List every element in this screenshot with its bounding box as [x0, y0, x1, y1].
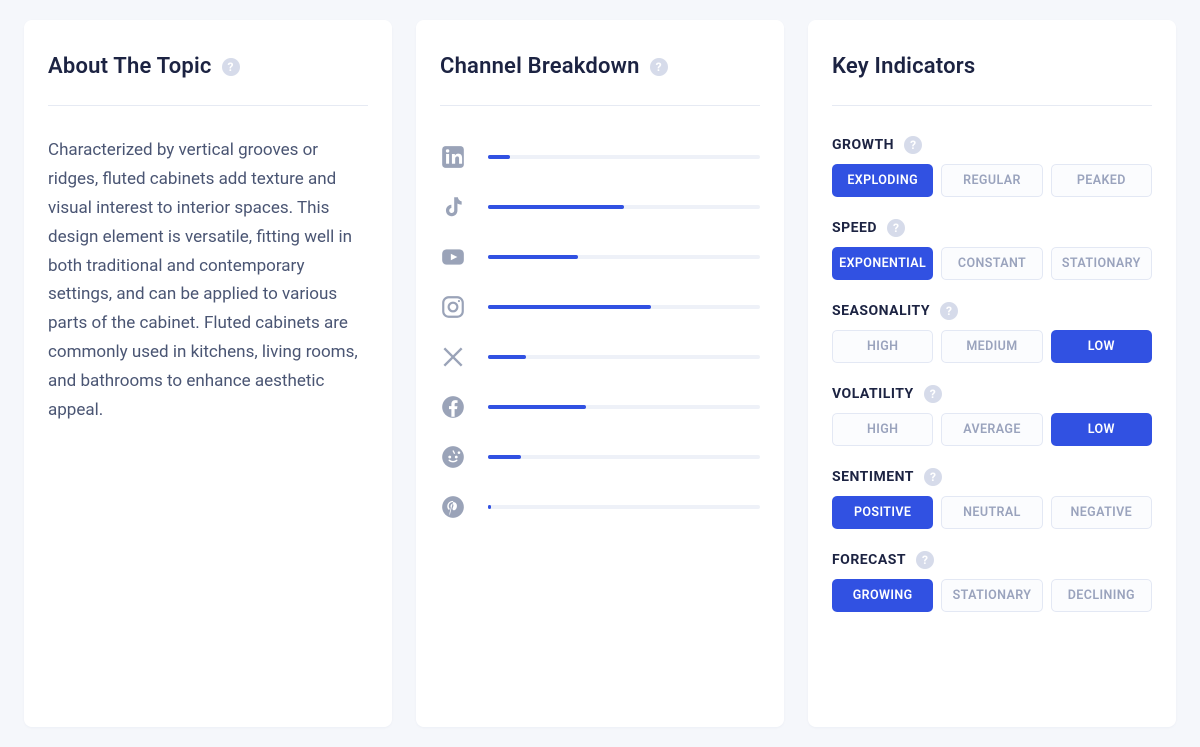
channel-title-row: Channel Breakdown ?	[440, 54, 760, 79]
indicator-title: FORECAST	[832, 552, 906, 568]
divider	[48, 105, 368, 106]
channel-bar-track	[488, 355, 760, 359]
channel-row	[440, 444, 760, 470]
indicator-option[interactable]: NEUTRAL	[941, 496, 1042, 529]
indicators-title-row: Key Indicators	[832, 54, 1152, 79]
indicator-group: GROWTH? EXPLODINGREGULAR PEAKED	[832, 136, 1152, 197]
indicator-title-row: GROWTH?	[832, 136, 1152, 154]
indicator-group: FORECAST? GROWINGSTATIONARY DECLINING	[832, 551, 1152, 612]
pinterest-icon	[440, 494, 466, 520]
channel-card: Channel Breakdown ?	[416, 20, 784, 727]
help-icon[interactable]: ?	[940, 302, 958, 320]
channel-bar-track	[488, 455, 760, 459]
indicator-title-row: FORECAST?	[832, 551, 1152, 569]
facebook-icon	[440, 394, 466, 420]
divider	[440, 105, 760, 106]
about-text: Characterized by vertical grooves or rid…	[48, 136, 368, 425]
youtube-icon	[440, 244, 466, 270]
channel-bar-fill	[488, 305, 651, 309]
channel-list	[440, 144, 760, 520]
channel-row	[440, 244, 760, 270]
channel-bar-track	[488, 305, 760, 309]
channel-row	[440, 144, 760, 170]
help-icon[interactable]: ?	[650, 58, 668, 76]
indicator-title-row: SPEED?	[832, 219, 1152, 237]
about-title: About The Topic	[48, 54, 212, 79]
indicator-option[interactable]: AVERAGE	[941, 413, 1042, 446]
indicator-group: SENTIMENT? POSITIVENEUTRAL NEGATIVE	[832, 468, 1152, 529]
indicator-options: EXPONENTIALCONSTANT STATIONARY	[832, 247, 1152, 280]
help-icon[interactable]: ?	[924, 468, 942, 486]
indicator-group: SPEED? EXPONENTIALCONSTANT STATIONARY	[832, 219, 1152, 280]
channel-bar-track	[488, 205, 760, 209]
channel-bar-fill	[488, 505, 491, 509]
help-icon[interactable]: ?	[904, 136, 922, 154]
indicator-option[interactable]: MEDIUM	[941, 330, 1042, 363]
indicator-option[interactable]: STATIONARY	[1051, 247, 1152, 280]
about-card: About The Topic ? Characterized by verti…	[24, 20, 392, 727]
channel-bar-fill	[488, 255, 578, 259]
indicator-option[interactable]: CONSTANT	[941, 247, 1042, 280]
indicator-option[interactable]: STATIONARY	[941, 579, 1042, 612]
tiktok-icon	[440, 194, 466, 220]
indicator-title: SENTIMENT	[832, 469, 914, 485]
indicator-options: HIGHAVERAGE LOW	[832, 413, 1152, 446]
channel-bar-fill	[488, 205, 624, 209]
instagram-icon	[440, 294, 466, 320]
reddit-icon	[440, 444, 466, 470]
channel-bar-fill	[488, 405, 586, 409]
channel-bar-fill	[488, 155, 510, 159]
indicator-group: VOLATILITY? HIGHAVERAGE LOW	[832, 385, 1152, 446]
indicator-title-row: VOLATILITY?	[832, 385, 1152, 403]
indicator-group: SEASONALITY? HIGHMEDIUM LOW	[832, 302, 1152, 363]
channel-bar-fill	[488, 355, 526, 359]
indicator-options: HIGHMEDIUM LOW	[832, 330, 1152, 363]
indicator-option[interactable]: EXPONENTIAL	[832, 247, 933, 280]
help-icon[interactable]: ?	[222, 58, 240, 76]
channel-title: Channel Breakdown	[440, 54, 640, 79]
about-title-row: About The Topic ?	[48, 54, 368, 79]
channel-bar-fill	[488, 455, 521, 459]
indicators-card: Key Indicators GROWTH? EXPLODINGREGULAR PE…	[808, 20, 1176, 727]
indicators-list: GROWTH? EXPLODINGREGULAR PEAKED SPEED? EXPON…	[832, 136, 1152, 612]
indicator-option[interactable]: HIGH	[832, 330, 933, 363]
divider	[832, 105, 1152, 106]
help-icon[interactable]: ?	[924, 385, 942, 403]
indicator-title: SEASONALITY	[832, 303, 930, 319]
x-icon	[440, 344, 466, 370]
indicators-title: Key Indicators	[832, 54, 975, 79]
indicator-option[interactable]: NEGATIVE	[1051, 496, 1152, 529]
linkedin-icon	[440, 144, 466, 170]
channel-row	[440, 394, 760, 420]
indicator-option[interactable]: LOW	[1051, 330, 1152, 363]
indicator-title: GROWTH	[832, 137, 894, 153]
indicator-options: POSITIVENEUTRAL NEGATIVE	[832, 496, 1152, 529]
indicator-option[interactable]: LOW	[1051, 413, 1152, 446]
indicator-option[interactable]: REGULAR	[941, 164, 1042, 197]
channel-row	[440, 494, 760, 520]
channel-bar-track	[488, 505, 760, 509]
channel-bar-track	[488, 405, 760, 409]
indicator-option[interactable]: HIGH	[832, 413, 933, 446]
indicator-title: VOLATILITY	[832, 386, 914, 402]
channel-bar-track	[488, 255, 760, 259]
indicator-title-row: SEASONALITY?	[832, 302, 1152, 320]
indicator-option[interactable]: PEAKED	[1051, 164, 1152, 197]
indicator-option[interactable]: EXPLODING	[832, 164, 933, 197]
channel-row	[440, 344, 760, 370]
indicator-title: SPEED	[832, 220, 877, 236]
indicator-option[interactable]: GROWING	[832, 579, 933, 612]
indicator-title-row: SENTIMENT?	[832, 468, 1152, 486]
channel-row	[440, 194, 760, 220]
indicator-option[interactable]: DECLINING	[1051, 579, 1152, 612]
help-icon[interactable]: ?	[887, 219, 905, 237]
indicator-options: GROWINGSTATIONARY DECLINING	[832, 579, 1152, 612]
channel-bar-track	[488, 155, 760, 159]
help-icon[interactable]: ?	[916, 551, 934, 569]
indicator-option[interactable]: POSITIVE	[832, 496, 933, 529]
indicator-options: EXPLODINGREGULAR PEAKED	[832, 164, 1152, 197]
channel-row	[440, 294, 760, 320]
